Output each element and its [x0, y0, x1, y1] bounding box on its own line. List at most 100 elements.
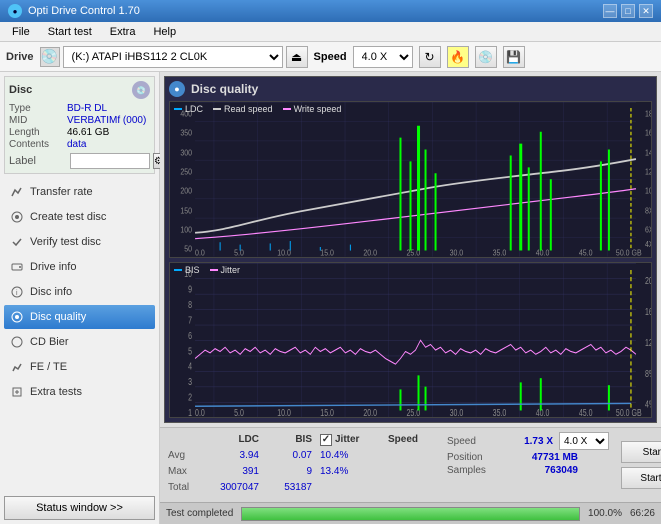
close-button[interactable]: ✕: [639, 4, 653, 18]
svg-text:6: 6: [188, 329, 192, 341]
cd-bier-icon: [10, 335, 24, 349]
label-input[interactable]: [70, 153, 150, 169]
svg-text:30.0: 30.0: [450, 406, 464, 417]
speed-stat-label: Speed: [447, 436, 502, 447]
svg-text:20.0: 20.0: [363, 248, 377, 257]
disc-panel-icon: 💿: [132, 81, 150, 99]
jitter-legend-item: Jitter: [210, 265, 241, 275]
start-part-button[interactable]: Start part: [621, 467, 661, 489]
nav-extra-tests[interactable]: Extra tests: [4, 380, 155, 404]
svg-text:4: 4: [188, 360, 192, 372]
jitter-checkbox[interactable]: ✓: [320, 434, 332, 446]
svg-text:15.0: 15.0: [320, 248, 334, 257]
create-disc-icon: [10, 210, 24, 224]
svg-text:5: 5: [188, 345, 192, 357]
type-value: BD-R DL: [67, 103, 107, 114]
action-buttons: Start full Start part: [615, 428, 661, 502]
svg-text:50.0 GB: 50.0 GB: [616, 248, 642, 257]
svg-text:12%: 12%: [645, 336, 651, 348]
save-button[interactable]: 💾: [503, 46, 525, 68]
svg-text:40.0: 40.0: [536, 248, 550, 257]
drive-select[interactable]: (K:) ATAPI iHBS112 2 CL0K: [63, 46, 283, 68]
svg-text:7: 7: [188, 314, 192, 326]
read-speed-dot: [213, 108, 221, 110]
avg-label: Avg: [168, 448, 196, 464]
refresh-button[interactable]: ↻: [419, 46, 441, 68]
fe-te-icon: [10, 360, 24, 374]
svg-text:50: 50: [184, 244, 192, 254]
svg-text:50.0 GB: 50.0 GB: [616, 406, 642, 417]
svg-text:150: 150: [180, 206, 192, 216]
nav-verify-test-disc[interactable]: Verify test disc: [4, 230, 155, 254]
ldc-chart: LDC Read speed Write speed: [169, 101, 652, 258]
title-bar: ● Opti Drive Control 1.70 — □ ✕: [0, 0, 661, 22]
svg-text:10.0: 10.0: [277, 248, 291, 257]
progress-label: Test completed: [166, 508, 233, 519]
bis-legend-item: BIS: [174, 265, 200, 275]
samples-val: 763049: [508, 465, 578, 476]
progress-area: Test completed 100.0% 66:26: [160, 502, 661, 524]
speed-header: Speed: [388, 432, 433, 448]
nav-create-test-disc[interactable]: Create test disc: [4, 205, 155, 229]
mid-label: MID: [9, 115, 67, 126]
start-full-button[interactable]: Start full: [621, 441, 661, 463]
drive-label: Drive: [6, 51, 34, 63]
bis-chart-svg: 10 9 8 7 6 5 4 3 2 1 20% 16% 12%: [170, 263, 651, 418]
nav-disc-info[interactable]: i Disc info: [4, 280, 155, 304]
main-content: Disc 💿 Type BD-R DL MID VERBATIMf (000) …: [0, 72, 661, 524]
svg-text:200: 200: [180, 186, 192, 196]
svg-text:1: 1: [188, 406, 192, 417]
speed-select[interactable]: 1.0 X2.0 X4.0 X6.0 X8.0 X: [353, 46, 413, 68]
burn-button[interactable]: 🔥: [447, 46, 469, 68]
transfer-rate-icon: [10, 185, 24, 199]
svg-text:10X: 10X: [645, 186, 651, 196]
progress-bar-fill: [242, 508, 579, 520]
verify-icon: [10, 235, 24, 249]
menu-help[interactable]: Help: [145, 24, 184, 40]
status-window-button[interactable]: Status window >>: [4, 496, 155, 520]
sidebar: Disc 💿 Type BD-R DL MID VERBATIMf (000) …: [0, 72, 160, 524]
nav-disc-quality[interactable]: Disc quality: [4, 305, 155, 329]
menu-file[interactable]: File: [4, 24, 38, 40]
bis-chart: BIS Jitter: [169, 262, 652, 419]
svg-text:12X: 12X: [645, 167, 651, 177]
jitter-header-label: Jitter: [335, 432, 359, 448]
nav-transfer-rate[interactable]: Transfer rate: [4, 180, 155, 204]
svg-text:18X: 18X: [645, 109, 651, 119]
nav-cd-bier[interactable]: CD Bier: [4, 330, 155, 354]
svg-text:5.0: 5.0: [234, 248, 244, 257]
speed-select-stats[interactable]: 1.0 X2.0 X4.0 X6.0 X8.0 X: [559, 432, 609, 450]
position-label: Position: [447, 452, 502, 463]
eject-button[interactable]: ⏏: [286, 46, 308, 68]
progress-bar-container: [241, 507, 580, 521]
svg-text:16%: 16%: [645, 305, 651, 317]
minimize-button[interactable]: —: [603, 4, 617, 18]
jitter-header-col: ✓ Jitter: [320, 432, 380, 448]
maximize-button[interactable]: □: [621, 4, 635, 18]
avg-jit: 10.4%: [320, 448, 380, 464]
progress-percent: 100.0%: [588, 508, 622, 519]
ldc-header: LDC: [204, 432, 259, 448]
col-empty: [168, 432, 196, 448]
samples-label: Samples: [447, 465, 502, 476]
total-bis: 53187: [267, 480, 312, 496]
svg-text:4X: 4X: [645, 239, 651, 249]
max-ldc: 391: [204, 464, 259, 480]
svg-text:16X: 16X: [645, 128, 651, 138]
svg-text:35.0: 35.0: [493, 406, 507, 417]
svg-text:14X: 14X: [645, 148, 651, 158]
bis-dot: [174, 269, 182, 271]
menu-extra[interactable]: Extra: [102, 24, 144, 40]
svg-text:i: i: [16, 290, 18, 297]
menu-start-test[interactable]: Start test: [40, 24, 100, 40]
nav-fe-te[interactable]: FE / TE: [4, 355, 155, 379]
ldc-legend: LDC Read speed Write speed: [174, 104, 341, 114]
nav-drive-info[interactable]: Drive info: [4, 255, 155, 279]
svg-text:10.0: 10.0: [277, 406, 291, 417]
disc-quality-panel-icon: ●: [169, 81, 185, 97]
stats-table: LDC BIS ✓ Jitter Speed Avg 3.94 0.07 10.…: [160, 428, 441, 502]
write-speed-dot: [283, 108, 291, 110]
disc-button[interactable]: 💿: [475, 46, 497, 68]
max-jit: 13.4%: [320, 464, 380, 480]
toolbar: Drive 💿 (K:) ATAPI iHBS112 2 CL0K ⏏ Spee…: [0, 42, 661, 72]
